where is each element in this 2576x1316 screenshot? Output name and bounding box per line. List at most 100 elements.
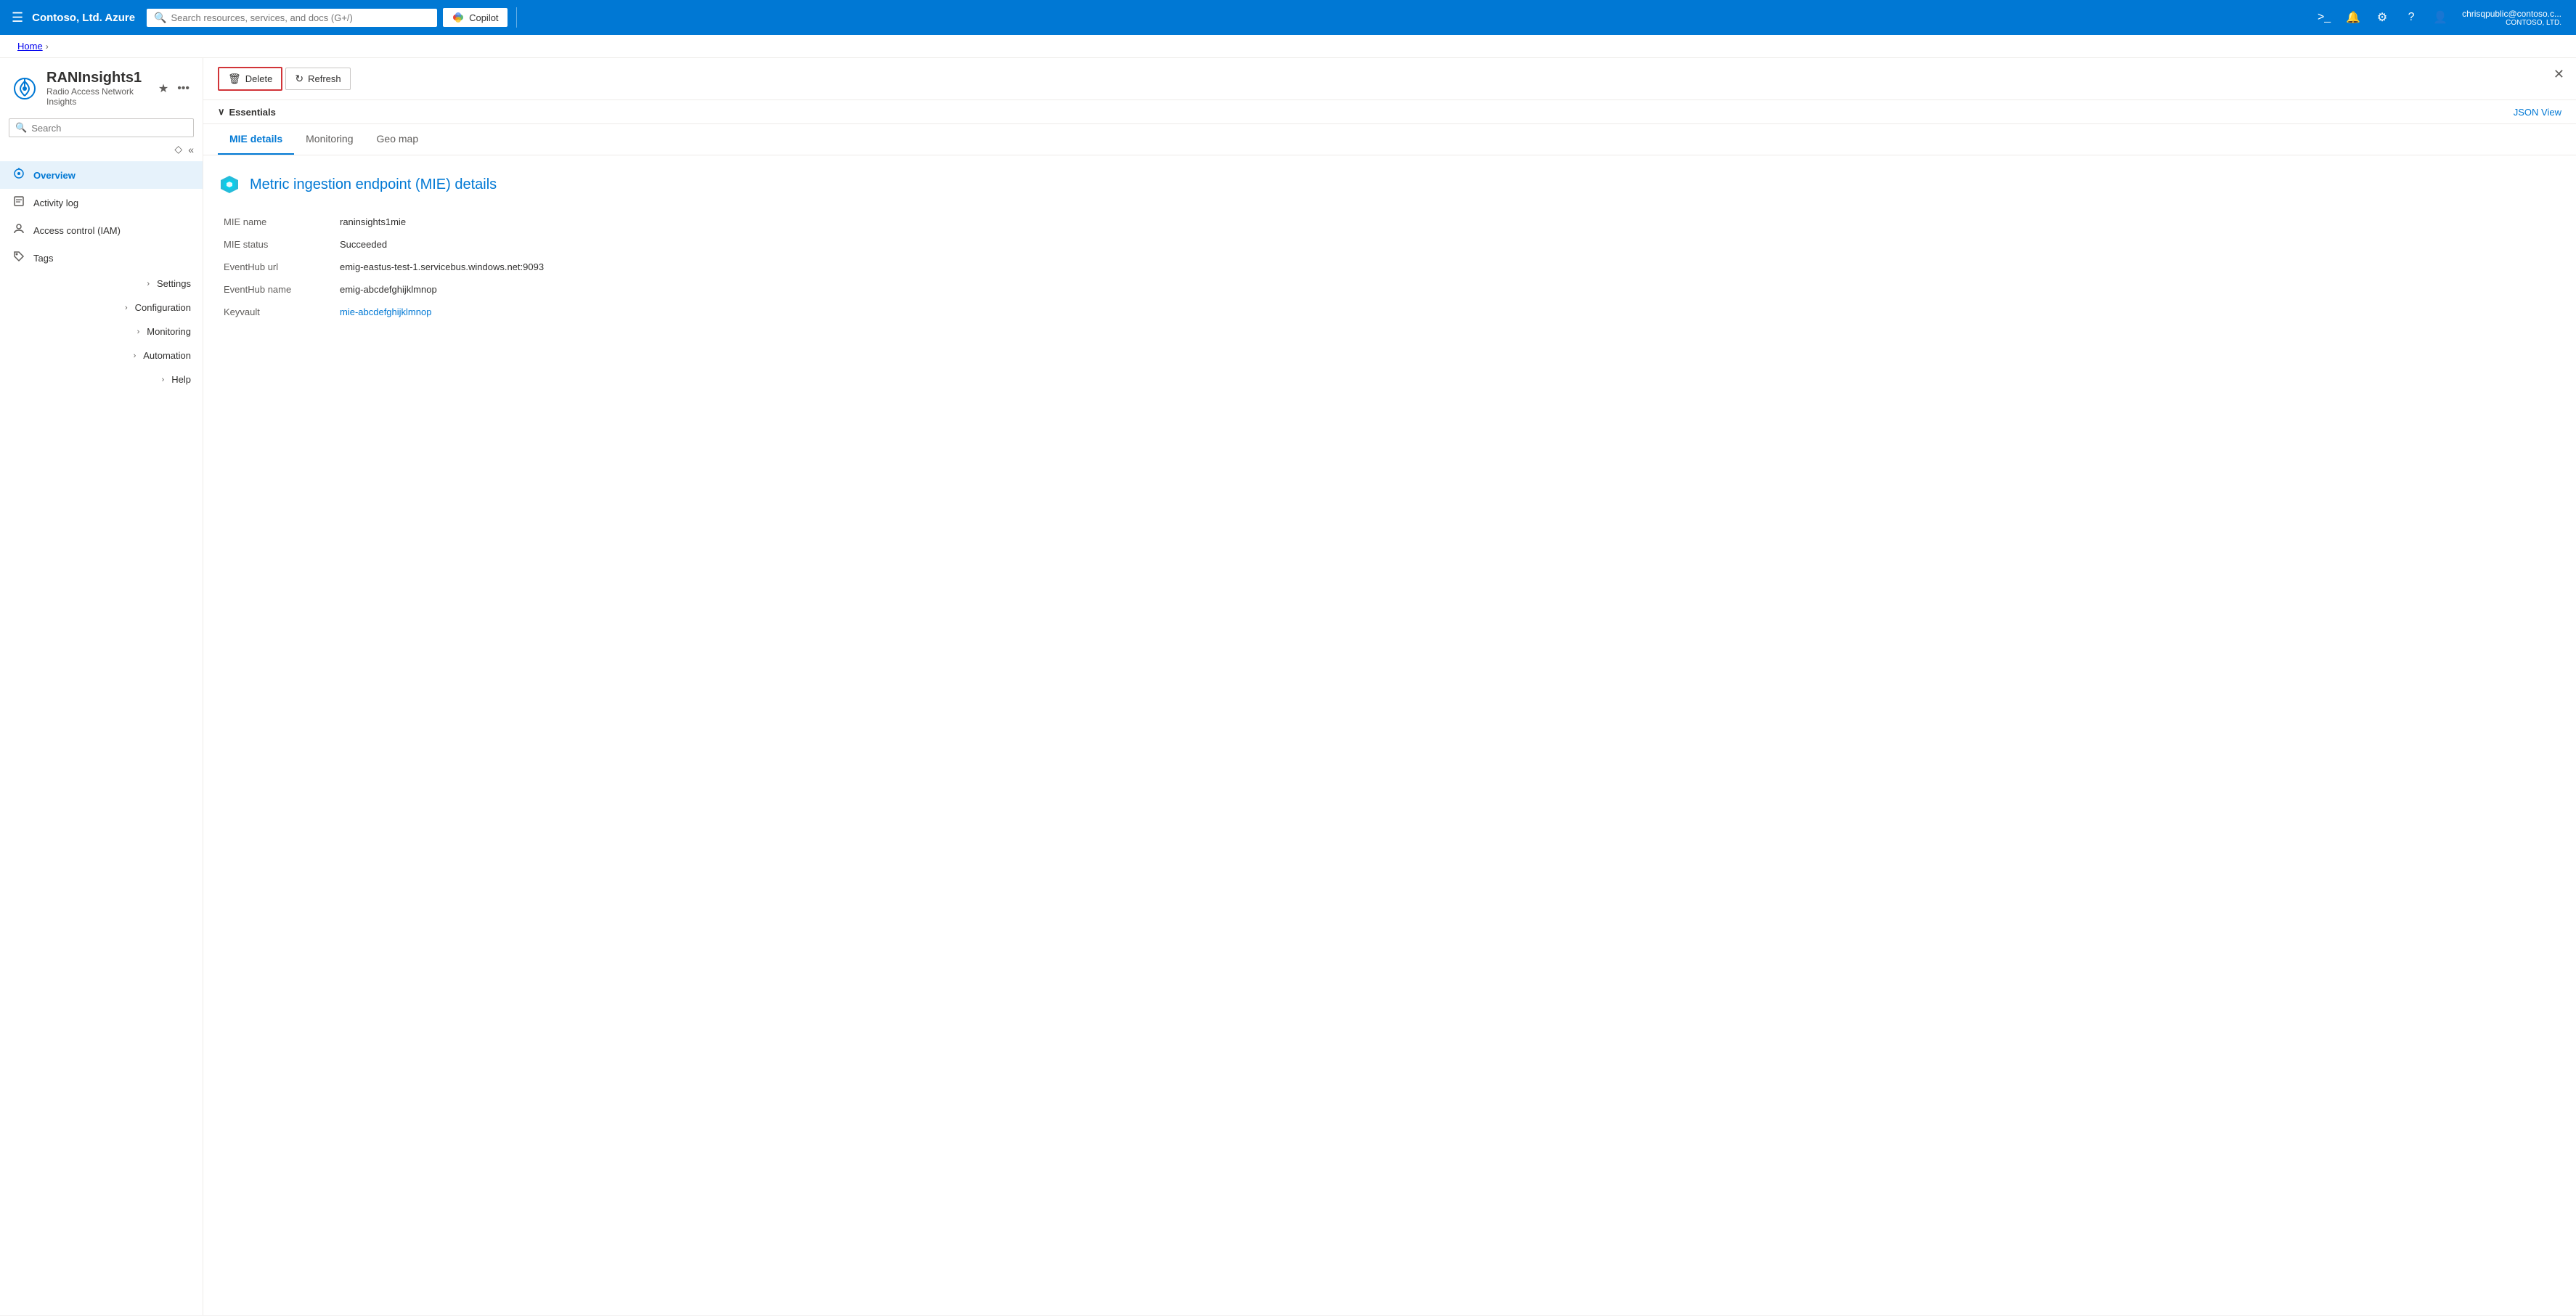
gear-icon: ⚙ <box>2377 10 2387 25</box>
resource-title-group: RANInsights1 Radio Access Network Insigh… <box>46 70 148 107</box>
search-icon: 🔍 <box>154 12 166 24</box>
terminal-icon-btn[interactable]: >_ <box>2311 4 2337 31</box>
delete-button[interactable]: 🗑 Delete <box>218 67 282 91</box>
settings-icon-btn[interactable]: ⚙ <box>2369 4 2395 31</box>
refresh-icon: ↻ <box>295 73 303 85</box>
notifications-icon-btn[interactable]: 🔔 <box>2340 4 2366 31</box>
refresh-button-label: Refresh <box>308 73 341 84</box>
filter-button[interactable]: ◇ <box>174 143 182 155</box>
sidebar-item-overview[interactable]: Overview <box>0 161 203 189</box>
sidebar-item-automation[interactable]: › Automation <box>0 344 203 367</box>
terminal-icon: >_ <box>2318 11 2331 24</box>
tags-icon <box>12 251 26 265</box>
more-options-button[interactable]: ••• <box>176 81 191 97</box>
mie-title: Metric ingestion endpoint (MIE) details <box>250 176 497 193</box>
sidebar-item-activity-log-label: Activity log <box>33 198 78 208</box>
brand-name: Contoso, Ltd. Azure <box>32 12 135 24</box>
collapse-button[interactable]: « <box>188 143 194 155</box>
copilot-button[interactable]: Copilot <box>443 8 507 27</box>
help-icon-btn[interactable]: ? <box>2398 4 2424 31</box>
tab-monitoring-label: Monitoring <box>306 133 353 145</box>
resource-header-actions: ★ ••• <box>157 80 191 97</box>
user-account[interactable]: chrisqpublic@contoso.c... CONTOSO, LTD. <box>2456 9 2567 27</box>
eventhub-name-label: EventHub name <box>224 278 340 301</box>
activity-log-icon <box>12 195 26 210</box>
sidebar-item-activity-log[interactable]: Activity log <box>0 189 203 216</box>
sidebar-item-monitoring[interactable]: › Monitoring <box>0 320 203 344</box>
mie-status-label: MIE status <box>224 233 340 256</box>
eventhub-name-value: emig-abcdefghijklmnop <box>340 278 2561 301</box>
global-search-input[interactable] <box>171 12 431 23</box>
keyvault-label: Keyvault <box>224 301 340 323</box>
hamburger-menu[interactable]: ☰ <box>9 7 26 28</box>
monitoring-chevron: › <box>137 328 140 336</box>
overview-icon <box>12 168 26 182</box>
mie-table: MIE name raninsights1mie MIE status Succ… <box>224 211 2561 323</box>
nav-divider <box>516 7 517 28</box>
sidebar-item-monitoring-label: Monitoring <box>147 326 191 337</box>
main-layout: RANInsights1 Radio Access Network Insigh… <box>0 58 2576 1315</box>
sidebar-controls: ◇ « <box>0 143 203 161</box>
global-search-bar[interactable]: 🔍 <box>147 9 437 27</box>
json-view-link[interactable]: JSON View <box>2514 107 2561 118</box>
sidebar-search-input[interactable] <box>31 123 187 134</box>
sidebar-item-tags-label: Tags <box>33 253 53 264</box>
top-navigation: ☰ Contoso, Ltd. Azure 🔍 Copilot >_ 🔔 ⚙ ?… <box>0 0 2576 35</box>
ran-insights-icon <box>12 76 38 102</box>
copilot-label: Copilot <box>469 12 498 23</box>
delete-icon: 🗑 <box>228 73 241 85</box>
breadcrumb: Home › <box>0 35 2576 58</box>
resource-icon <box>12 74 38 103</box>
feedback-icon: 👤 <box>2433 10 2447 25</box>
delete-button-label: Delete <box>245 73 273 84</box>
close-button[interactable]: ✕ <box>2553 67 2564 82</box>
sidebar-search[interactable]: 🔍 <box>9 118 194 137</box>
keyvault-value[interactable]: mie-abcdefghijklmnop <box>340 301 2561 323</box>
tab-geo-map-label: Geo map <box>377 133 419 145</box>
tab-bar: MIE details Monitoring Geo map <box>203 124 2576 155</box>
mie-details-section: Metric ingestion endpoint (MIE) details … <box>203 155 2576 341</box>
settings-chevron: › <box>147 280 150 288</box>
breadcrumb-home[interactable]: Home <box>17 41 43 52</box>
resource-title: RANInsights1 <box>46 70 148 86</box>
resource-header: RANInsights1 Radio Access Network Insigh… <box>0 58 203 113</box>
mie-icon <box>218 173 241 196</box>
tab-geo-map[interactable]: Geo map <box>365 124 431 155</box>
sidebar-item-settings[interactable]: › Settings <box>0 272 203 296</box>
mie-name-label: MIE name <box>224 211 340 233</box>
essentials-chevron-icon: ∨ <box>218 106 225 118</box>
bell-icon: 🔔 <box>2346 10 2360 25</box>
essentials-toggle[interactable]: ∨ Essentials <box>218 106 276 118</box>
sidebar-item-tags[interactable]: Tags <box>0 244 203 272</box>
sidebar-item-access-control-label: Access control (IAM) <box>33 225 121 236</box>
configuration-chevron: › <box>125 304 128 312</box>
access-control-icon <box>12 223 26 237</box>
user-org: CONTOSO, LTD. <box>2506 19 2561 27</box>
mie-header: Metric ingestion endpoint (MIE) details <box>218 173 2561 196</box>
copilot-icon <box>452 11 465 24</box>
refresh-button[interactable]: ↻ Refresh <box>285 68 350 90</box>
tab-monitoring[interactable]: Monitoring <box>294 124 364 155</box>
resource-subtitle: Radio Access Network Insights <box>46 86 148 107</box>
sidebar-item-configuration-label: Configuration <box>135 302 191 313</box>
tab-mie-details-label: MIE details <box>229 133 282 145</box>
sidebar-item-access-control[interactable]: Access control (IAM) <box>0 216 203 244</box>
sidebar-nav: Overview Activity log Access control (IA… <box>0 161 203 391</box>
sidebar-item-automation-label: Automation <box>143 350 191 361</box>
help-icon: ? <box>2408 11 2415 24</box>
user-name: chrisqpublic@contoso.c... <box>2462 9 2561 19</box>
sidebar-item-settings-label: Settings <box>157 278 191 289</box>
favorite-button[interactable]: ★ <box>157 80 170 97</box>
mie-status-value: Succeeded <box>340 233 2561 256</box>
sidebar-item-help-label: Help <box>171 374 191 385</box>
sidebar: RANInsights1 Radio Access Network Insigh… <box>0 58 203 1315</box>
main-content: ✕ 🗑 Delete ↻ Refresh ∨ Essentials JSON V… <box>203 58 2576 1315</box>
feedback-icon-btn[interactable]: 👤 <box>2427 4 2453 31</box>
eventhub-url-value: emig-eastus-test-1.servicebus.windows.ne… <box>340 256 2561 278</box>
sidebar-item-configuration[interactable]: › Configuration <box>0 296 203 320</box>
sidebar-item-help[interactable]: › Help <box>0 367 203 391</box>
sidebar-search-icon: 🔍 <box>15 122 27 134</box>
sidebar-item-overview-label: Overview <box>33 170 76 181</box>
essentials-label: Essentials <box>229 107 276 118</box>
tab-mie-details[interactable]: MIE details <box>218 124 294 155</box>
